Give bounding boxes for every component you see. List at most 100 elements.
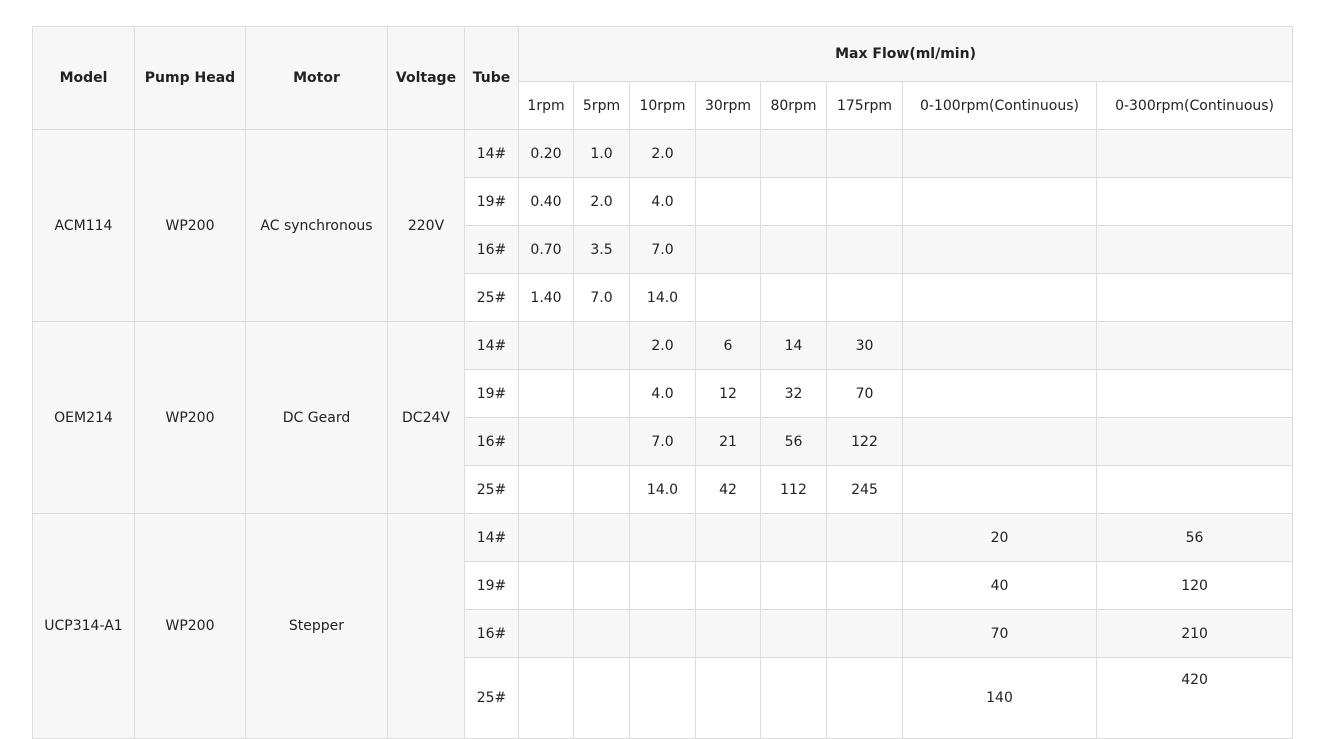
cell-flow-value [695,657,761,739]
header-row-top: Model Pump Head Motor Voltage Tube Max F… [32,26,1294,130]
cell-flow-value [629,513,696,562]
cell-flow-value [902,129,1097,178]
cell-flow-value: 4.0 [629,369,696,418]
cell-model: ACM114 [32,129,135,322]
header-motor: Motor [245,26,388,130]
cell-flow-value [518,417,574,466]
cell-voltage [387,513,465,739]
cell-flow-value [760,225,827,274]
cell-model: UCP314-A1 [32,513,135,739]
table-row: UCP314-A1 WP200 Stepper 14# 20 56 [32,513,1294,739]
cell-flow-value [1095,129,1294,178]
cell-flow-value [629,561,696,610]
cell-flow-value [826,177,903,226]
cell-motor: DC Geard [245,321,388,514]
cell-flow-value: 122 [826,417,903,466]
cell-voltage: DC24V [387,321,465,514]
cell-flow-value [760,273,827,322]
cell-flow-value [1095,321,1294,370]
cell-tube: 25# [464,657,519,739]
cell-flow-value [902,465,1097,514]
cell-tube: 19# [464,561,519,610]
cell-flow-value [695,609,761,658]
cell-flow-value: 1.0 [573,129,630,178]
cell-flow-value [573,369,630,418]
cell-flow-value: 70 [902,609,1097,658]
header-speed-7: 0-300rpm(Continuous) [1095,81,1294,130]
header-max-flow: Max Flow(ml/min) [517,26,1294,82]
header-speed-0: 1rpm [518,81,574,130]
cell-flow-value [629,657,696,739]
cell-flow-value: 14 [760,321,827,370]
cell-tube: 16# [464,417,519,466]
cell-flow-value [695,177,761,226]
cell-flow-value: 0.40 [518,177,574,226]
cell-tube: 14# [464,513,519,562]
cell-flow-value: 1.40 [518,273,574,322]
cell-tube: 25# [464,465,519,514]
cell-flow-value: 120 [1095,561,1294,610]
cell-flow-value [902,417,1097,466]
cell-tube: 14# [464,129,519,178]
cell-flow-value: 0.70 [518,225,574,274]
cell-motor: AC synchronous [245,129,388,322]
cell-flow-value [573,609,630,658]
cell-flow-value [518,369,574,418]
cell-flow-value: 2.0 [573,177,630,226]
cell-flow-value [695,561,761,610]
cell-flow-value [760,609,827,658]
cell-flow-value [695,513,761,562]
header-speed-3: 30rpm [695,81,761,130]
table-row: ACM114 WP200 AC synchronous 220V 14# 0.20 1.0 2… [32,129,1294,322]
cell-flow-value: 6 [695,321,761,370]
header-speed-5: 175rpm [826,81,903,130]
header-speed-6: 0-100rpm(Continuous) [902,81,1097,130]
spec-table-container: Model Pump Head Motor Voltage Tube Max F… [32,26,1294,739]
cell-pump-head: WP200 [134,321,246,514]
header-voltage: Voltage [387,26,465,130]
cell-flow-value [826,657,903,739]
pump-spec-table: Model Pump Head Motor Voltage Tube Max F… [32,26,1294,739]
cell-flow-value [826,561,903,610]
table-row: OEM214 WP200 DC Geard DC24V 14# 2.0 6 14 30 [32,321,1294,514]
cell-flow-value [518,609,574,658]
cell-tube: 25# [464,273,519,322]
cell-flow-value [573,513,630,562]
cell-flow-value [760,177,827,226]
cell-flow-value [695,273,761,322]
cell-flow-value [518,657,574,739]
cell-flow-value: 4.0 [629,177,696,226]
cell-flow-value [1095,225,1294,274]
cell-flow-value: 32 [760,369,827,418]
cell-flow-value [826,129,903,178]
cell-flow-value: 245 [826,465,903,514]
cell-flow-value: 21 [695,417,761,466]
cell-flow-value: 0.20 [518,129,574,178]
cell-flow-value [826,273,903,322]
cell-flow-value [902,177,1097,226]
header-speed-1: 5rpm [573,81,630,130]
cell-flow-value [1095,177,1294,226]
cell-model: OEM214 [32,321,135,514]
spec-table-body: ACM114 WP200 AC synchronous 220V 14# 0.20 1.0 2… [32,129,1294,739]
cell-flow-value [760,129,827,178]
cell-flow-value [826,225,903,274]
cell-flow-value [573,561,630,610]
cell-flow-value [1095,369,1294,418]
cell-flow-value: 70 [826,369,903,418]
cell-voltage: 220V [387,129,465,322]
cell-tube: 14# [464,321,519,370]
cell-flow-value [573,657,630,739]
cell-tube: 19# [464,369,519,418]
cell-flow-value [760,513,827,562]
cell-flow-value [695,129,761,178]
cell-flow-value [629,609,696,658]
header-pump-head: Pump Head [134,26,246,130]
cell-flow-value [518,561,574,610]
cell-flow-value: 3.5 [573,225,630,274]
cell-flow-value [518,513,574,562]
cell-flow-value: 56 [760,417,827,466]
cell-flow-value: 14.0 [629,465,696,514]
cell-flow-value: 420 [1095,657,1294,739]
cell-flow-value [573,417,630,466]
